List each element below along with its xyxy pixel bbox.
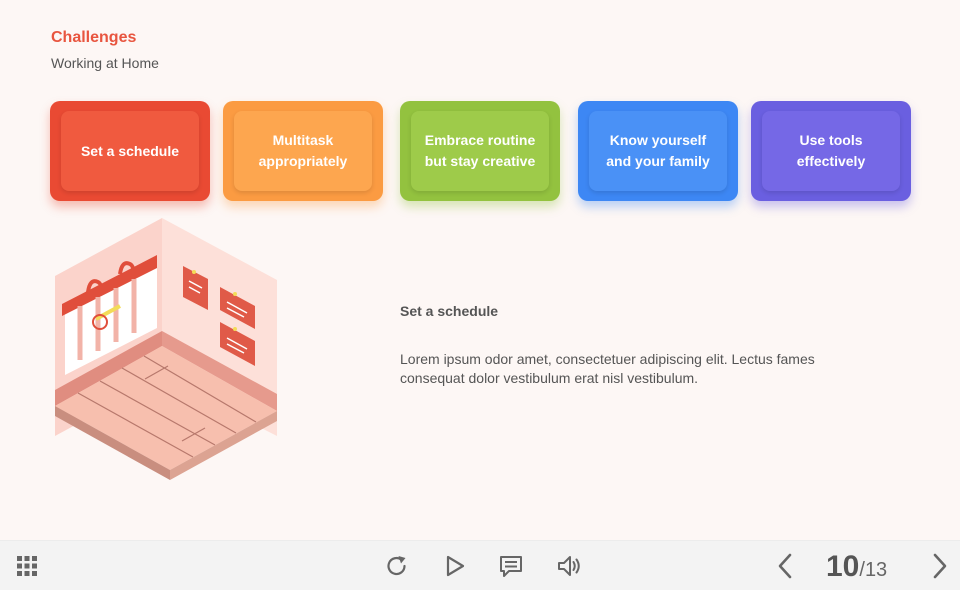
replay-icon — [387, 556, 406, 576]
card-label: Embrace routine but stay creative — [411, 111, 549, 191]
total-slides: 13 — [864, 559, 888, 581]
detail-body: Lorem ipsum odor amet, consectetuer adip… — [400, 351, 815, 386]
volume-icon — [558, 556, 580, 576]
card-multitask[interactable]: Multitask appropriately — [223, 101, 383, 201]
page-subtitle: Working at Home — [51, 55, 159, 71]
menu-button[interactable] — [12, 541, 42, 590]
next-slide-button[interactable] — [926, 541, 954, 590]
grid-menu-icon — [17, 556, 37, 576]
header: Challenges Working at Home — [51, 28, 159, 72]
captions-button[interactable] — [496, 541, 526, 590]
detail-title: Set a schedule — [400, 303, 499, 319]
card-label: Know yourself and your family — [589, 111, 727, 191]
current-slide: 10 — [826, 550, 860, 583]
comment-icon — [500, 556, 522, 577]
card-use-tools[interactable]: Use tools effectively — [751, 101, 911, 201]
card-set-schedule[interactable]: Set a schedule — [50, 101, 210, 201]
card-know-yourself[interactable]: Know yourself and your family — [578, 101, 738, 201]
replay-button[interactable] — [383, 541, 411, 590]
volume-button[interactable] — [554, 541, 584, 590]
page-title: Challenges — [51, 29, 137, 46]
chevron-right-icon — [933, 553, 947, 579]
room-illustration-svg — [55, 218, 277, 480]
challenge-cards: Set a schedule Multitask appropriately E… — [0, 101, 960, 201]
card-embrace-routine[interactable]: Embrace routine but stay creative — [400, 101, 560, 201]
previous-slide-button[interactable] — [771, 541, 799, 590]
card-label: Use tools effectively — [762, 111, 900, 191]
slide-counter: 10 / 13 — [826, 547, 887, 587]
play-button[interactable] — [441, 541, 469, 590]
player-footer: 10 / 13 — [0, 540, 960, 590]
room-calendar-illustration — [50, 218, 282, 482]
card-label: Multitask appropriately — [234, 111, 372, 191]
chevron-left-icon — [778, 553, 792, 579]
play-icon — [446, 555, 465, 577]
card-label: Set a schedule — [61, 111, 199, 191]
detail-panel: Set a schedule Lorem ipsum odor amet, co… — [400, 302, 840, 388]
